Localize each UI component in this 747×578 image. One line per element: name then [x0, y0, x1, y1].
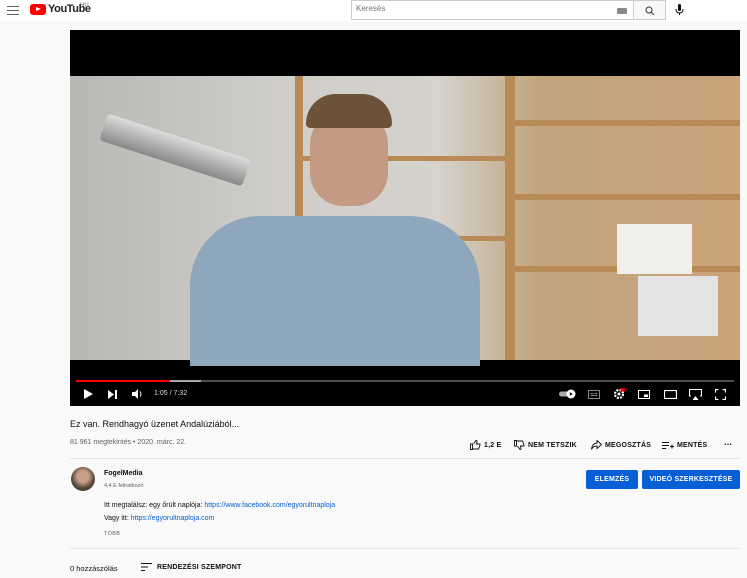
theater-icon: [664, 389, 677, 399]
airplay-icon: [689, 388, 702, 400]
channel-avatar[interactable]: [71, 467, 95, 491]
like-button[interactable]: 1,2 E: [470, 439, 501, 451]
show-more-button[interactable]: TÖBB: [104, 531, 120, 537]
autoplay-toggle-icon: [559, 389, 576, 399]
thumbs-down-icon: [514, 440, 525, 450]
description-line-2: Vagy itt: https://egyorultnaploja.com: [104, 515, 214, 522]
next-button[interactable]: [108, 388, 117, 400]
autoplay-toggle[interactable]: [559, 388, 577, 400]
website-link[interactable]: https://egyorultnaploja.com: [131, 515, 215, 522]
dislike-label: NEM TETSZIK: [528, 441, 577, 449]
miniplayer-button[interactable]: [638, 388, 650, 400]
sort-label: RENDEZÉSI SZEMPONT: [157, 563, 242, 571]
youtube-logo[interactable]: YouTube HU: [30, 3, 91, 15]
masthead: YouTube HU: [0, 0, 747, 21]
next-icon: [108, 389, 117, 399]
subtitles-icon: [588, 389, 600, 399]
dislike-button[interactable]: NEM TETSZIK: [514, 439, 577, 451]
description-line-1: Itt megtalálsz: egy őrült naplója: https…: [104, 502, 335, 509]
more-actions-icon: ...: [724, 437, 733, 447]
fullscreen-button[interactable]: [715, 388, 726, 400]
video-frame: [70, 76, 740, 366]
facebook-link[interactable]: https://www.facebook.com/egyorultnaploja: [204, 502, 335, 509]
logo-country-code: HU: [80, 3, 89, 9]
search-icon: [645, 6, 655, 16]
progress-played: [76, 380, 171, 382]
gear-icon: [613, 388, 625, 400]
sort-icon: [141, 563, 152, 571]
comment-count: 0 hozzászólás: [70, 564, 118, 573]
search-input[interactable]: [356, 4, 596, 13]
video-title: Ez van. Rendhagyó üzenet Andalúziából...: [70, 419, 240, 429]
share-button[interactable]: MEGOSZTÁS: [591, 439, 651, 451]
playlist-add-icon: [662, 441, 674, 449]
description-text: Vagy itt:: [104, 515, 131, 522]
play-button[interactable]: [84, 388, 93, 400]
volume-icon: [132, 389, 142, 399]
divider: [70, 548, 740, 549]
cast-button[interactable]: [689, 388, 702, 400]
sort-comments-button[interactable]: RENDEZÉSI SZEMPONT: [141, 563, 242, 571]
microphone-icon[interactable]: [675, 4, 684, 16]
search-button[interactable]: [634, 0, 666, 20]
save-button[interactable]: MENTÉS: [662, 439, 707, 451]
keyboard-icon[interactable]: [617, 8, 627, 14]
channel-name[interactable]: FogelMedia: [104, 470, 143, 477]
share-label: MEGOSZTÁS: [605, 441, 652, 449]
video-player[interactable]: 1:05 / 7:32: [70, 30, 740, 406]
like-count: 1,2 E: [484, 441, 502, 449]
theater-mode-button[interactable]: [664, 388, 677, 400]
edit-video-button[interactable]: VIDEÓ SZERKESZTÉSE: [642, 470, 740, 489]
share-icon: [591, 440, 602, 450]
description-text: Itt megtalálsz: egy őrült naplója:: [104, 502, 205, 509]
settings-button[interactable]: [613, 388, 625, 400]
divider: [70, 458, 740, 459]
volume-button[interactable]: [132, 388, 143, 400]
view-count-date: 81 961 megtekintés • 2020. márc. 22.: [70, 439, 187, 446]
progress-bar[interactable]: [76, 380, 734, 382]
thumbs-up-icon: [470, 440, 481, 450]
menu-icon[interactable]: [7, 6, 19, 15]
miniplayer-icon: [638, 389, 650, 399]
subscriber-count: 4,4 E feliratkozó: [104, 483, 144, 489]
youtube-play-icon: [30, 3, 46, 15]
analytics-button[interactable]: ELEMZÉS: [586, 470, 638, 489]
search-box: [351, 0, 634, 20]
fullscreen-icon: [715, 388, 726, 400]
more-actions-button[interactable]: ...: [724, 436, 732, 448]
save-label: MENTÉS: [677, 441, 708, 449]
time-display: 1:05 / 7:32: [154, 390, 188, 397]
subtitles-button[interactable]: [588, 388, 600, 400]
play-icon: [84, 389, 93, 399]
